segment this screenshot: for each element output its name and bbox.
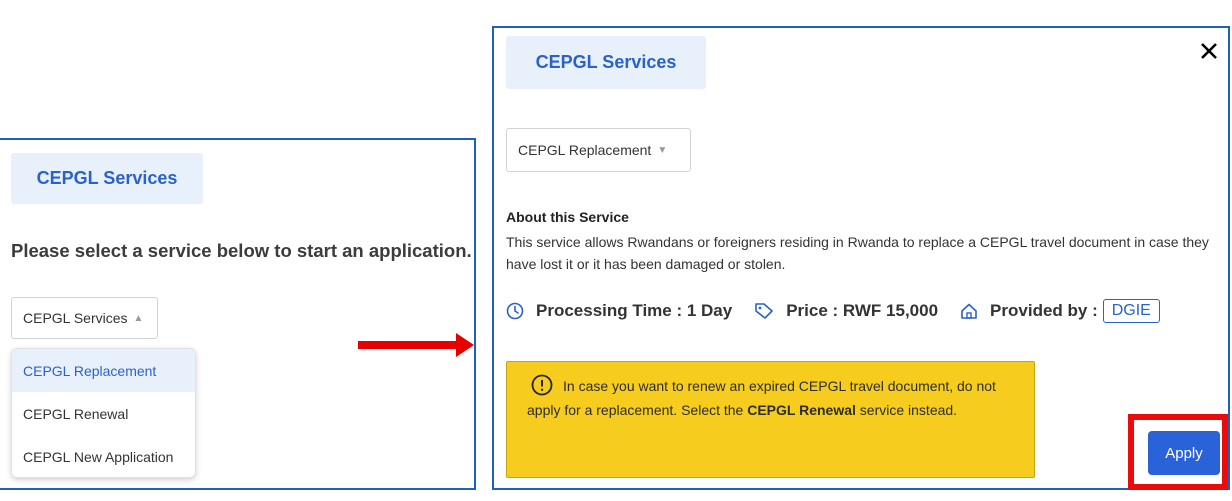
dropdown-option-new-application[interactable]: CEPGL New Application xyxy=(12,435,195,477)
dropdown-option-replacement[interactable]: CEPGL Replacement xyxy=(12,349,195,392)
price-text: Price : RWF 15,000 xyxy=(786,301,939,320)
service-select-value: CEPGL Services xyxy=(23,310,128,326)
about-service-heading: About this Service xyxy=(506,209,629,225)
provided-by-label: Provided by : xyxy=(990,301,1098,320)
price-tag-icon xyxy=(755,303,774,319)
clock-icon xyxy=(506,302,524,320)
provider-badge: DGIE xyxy=(1102,299,1160,323)
services-tab[interactable]: CEPGL Services xyxy=(11,153,203,204)
services-tab[interactable]: CEPGL Services xyxy=(506,36,706,89)
processing-time: Processing Time : 1 Day xyxy=(506,301,732,321)
caret-down-icon: ▼ xyxy=(657,144,668,156)
home-icon xyxy=(961,303,977,319)
service-selector-panel: CEPGL Services Please select a service b… xyxy=(0,138,476,490)
caret-up-icon: ▲ xyxy=(133,312,144,324)
service-details-panel: CEPGL Services CEPGL Replacement ▼ About… xyxy=(492,26,1230,490)
processing-time-text: Processing Time : 1 Day xyxy=(536,301,733,320)
warning-alert: In case you want to renew an expired CEP… xyxy=(506,361,1035,478)
service-meta-row: Processing Time : 1 Day Price : RWF 15,0… xyxy=(506,296,1182,326)
close-icon[interactable] xyxy=(1198,38,1220,64)
alert-text-end: service instead. xyxy=(855,402,958,418)
alert-text-bold: CEPGL Renewal xyxy=(747,402,856,418)
provider: Provided by : DGIE xyxy=(960,299,1160,323)
about-service-description: This service allows Rwandans or foreigne… xyxy=(506,234,1209,272)
price: Price : RWF 15,000 xyxy=(754,301,938,321)
arrow-right-icon xyxy=(358,333,474,357)
service-select[interactable]: CEPGL Replacement ▼ xyxy=(506,128,691,172)
alert-circle-icon xyxy=(531,374,553,396)
service-dropdown-menu: CEPGL Replacement CEPGL Renewal CEPGL Ne… xyxy=(11,348,196,478)
service-select[interactable]: CEPGL Services ▲ xyxy=(11,297,158,339)
service-select-value: CEPGL Replacement xyxy=(518,142,652,158)
instruction-text: Please select a service below to start a… xyxy=(11,240,472,261)
apply-button[interactable]: Apply xyxy=(1148,431,1220,475)
dropdown-option-renewal[interactable]: CEPGL Renewal xyxy=(12,392,195,435)
apply-highlight-box: Apply xyxy=(1128,414,1228,490)
